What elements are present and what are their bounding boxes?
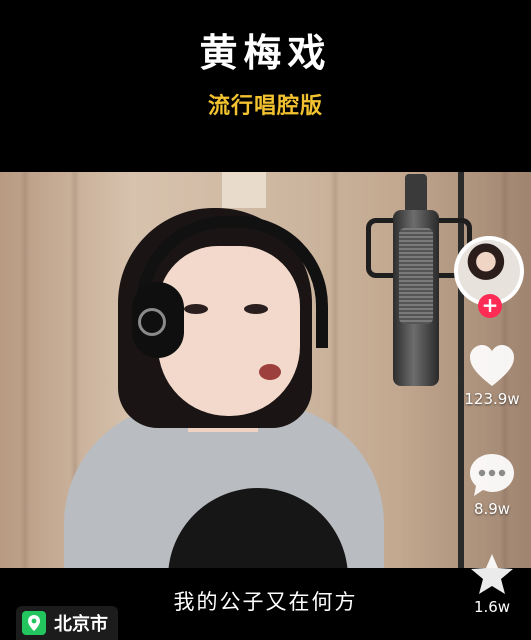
curtain-fold <box>20 172 30 568</box>
video-title: 黄梅戏 <box>199 31 332 75</box>
favorite-button[interactable]: 1.6w <box>456 552 528 616</box>
star-icon <box>456 552 528 596</box>
video-frame[interactable] <box>0 172 531 568</box>
comment-bubble-icon <box>456 452 528 498</box>
follow-button[interactable]: + <box>478 294 502 318</box>
location-badge[interactable]: 北京市 <box>16 606 118 640</box>
microphone-grille <box>399 228 433 324</box>
heart-icon <box>456 344 528 388</box>
headphone-ring <box>138 308 166 336</box>
background-light <box>222 172 266 208</box>
comment-count: 8.9w <box>473 500 511 518</box>
location-text: 北京市 <box>54 614 108 635</box>
like-button[interactable]: 123.9w <box>456 344 528 408</box>
singer-mouth <box>259 364 281 380</box>
comment-button[interactable]: 8.9w <box>456 452 528 518</box>
like-count: 123.9w <box>464 390 520 408</box>
favorite-count: 1.6w <box>473 598 511 616</box>
mic-mount <box>405 174 427 214</box>
header-area: 黄梅戏 流行唱腔版 <box>0 0 531 172</box>
location-pin-icon <box>22 611 46 635</box>
video-subtitle: 流行唱腔版 <box>207 94 323 119</box>
